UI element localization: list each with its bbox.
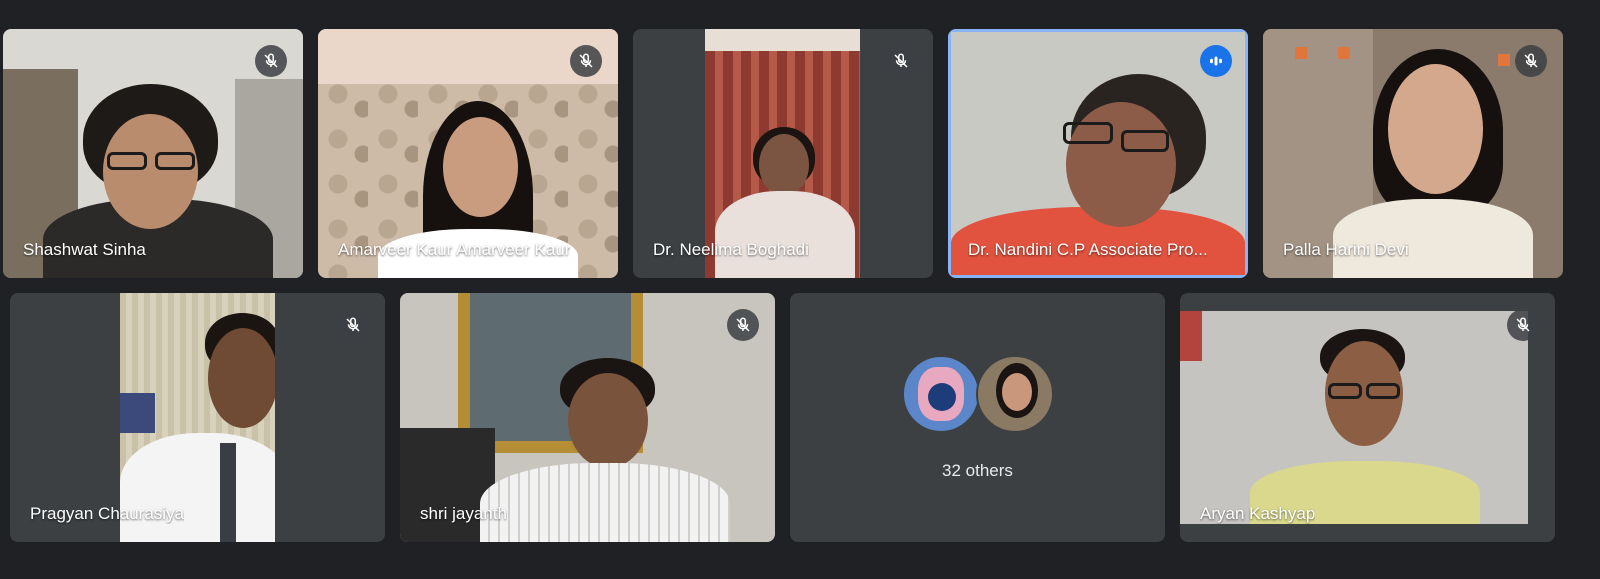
- participant-name: Aryan Kashyap: [1200, 504, 1316, 523]
- participant-tile[interactable]: shri jayanth: [400, 293, 775, 542]
- others-count: 32 others: [942, 461, 1013, 480]
- mic-off-icon: [727, 309, 759, 341]
- participant-name: Dr. Nandini C.P Associate Pro...: [968, 240, 1208, 259]
- audio-level-icon: [1200, 45, 1232, 77]
- participant-tile[interactable]: Dr. Neelima Boghadi: [633, 29, 933, 278]
- mic-off-icon: [337, 309, 369, 341]
- participant-tile[interactable]: Shashwat Sinha: [3, 29, 303, 278]
- mic-off-icon: [1515, 45, 1547, 77]
- avatar: [975, 355, 1054, 433]
- participant-tile[interactable]: Pragyan Chaurasiya: [10, 293, 385, 542]
- participant-tile[interactable]: Palla Harini Devi: [1263, 29, 1563, 278]
- participant-name: Shashwat Sinha: [23, 240, 146, 259]
- others-tile[interactable]: 32 others: [790, 293, 1165, 542]
- participant-name: Amarveer Kaur Amarveer Kaur: [338, 240, 571, 259]
- mic-off-icon: [255, 45, 287, 77]
- participant-tile[interactable]: Amarveer Kaur Amarveer Kaur: [318, 29, 618, 278]
- participant-tile[interactable]: Aryan Kashyap: [1180, 293, 1555, 542]
- video-feed: [1180, 311, 1528, 524]
- participant-name: Pragyan Chaurasiya: [30, 504, 185, 523]
- others-avatar-group: [901, 355, 1054, 433]
- participant-name: Dr. Neelima Boghadi: [653, 240, 809, 259]
- mic-off-icon: [1507, 309, 1539, 341]
- participant-tile-active-speaker[interactable]: Dr. Nandini C.P Associate Pro...: [948, 29, 1248, 278]
- participant-name: Palla Harini Devi: [1283, 240, 1409, 259]
- mic-off-icon: [885, 45, 917, 77]
- participant-name: shri jayanth: [420, 504, 507, 523]
- mic-off-icon: [570, 45, 602, 77]
- avatar: [901, 355, 980, 433]
